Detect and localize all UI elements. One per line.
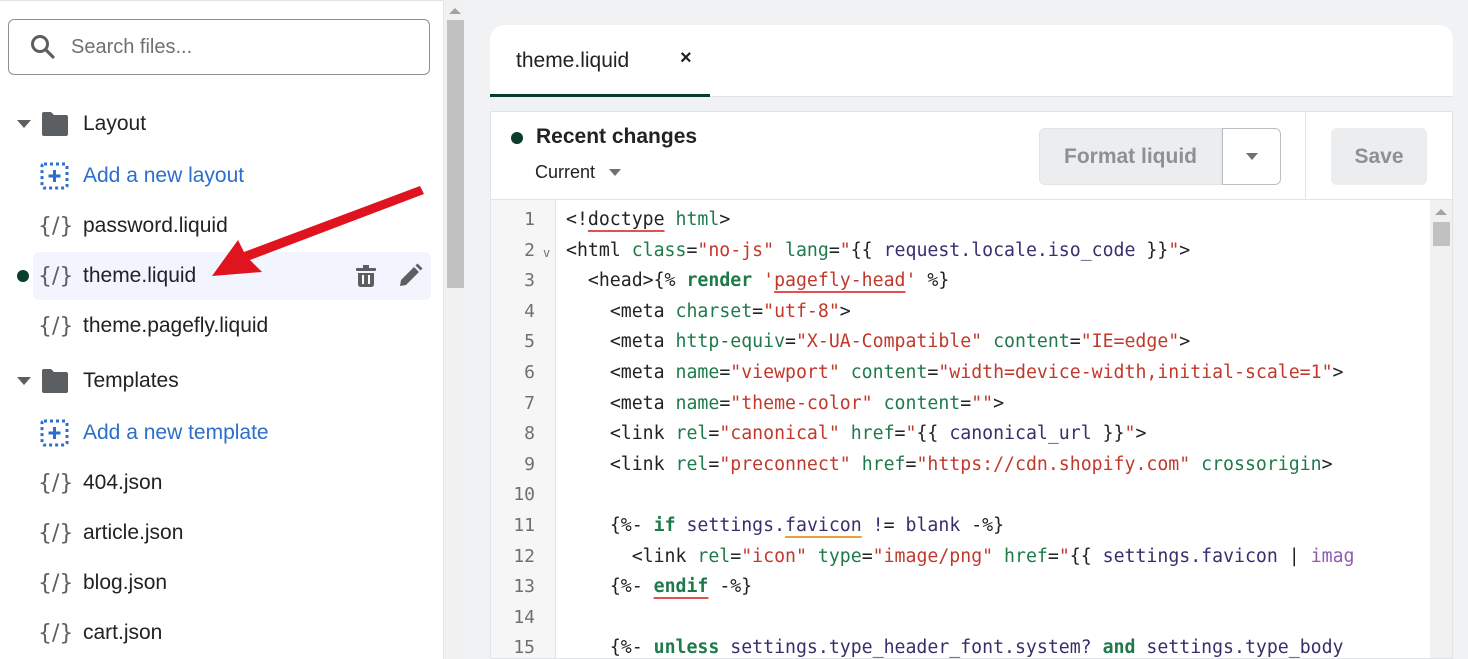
add-layout-link[interactable]: Add a new layout <box>0 154 443 198</box>
editor-toolbar: Recent changes Current Format liquid Sav… <box>490 111 1453 200</box>
folder-templates[interactable]: Templates <box>0 359 443 403</box>
search-box[interactable] <box>8 19 430 75</box>
file-item[interactable]: {/} blog.json <box>0 561 443 605</box>
scrollbar-thumb[interactable] <box>447 20 464 288</box>
format-liquid-button[interactable]: Format liquid <box>1039 128 1222 185</box>
file-sidebar: Layout Add a new layout {/} password.liq… <box>0 0 443 659</box>
close-icon[interactable]: × <box>680 47 692 70</box>
line-number: 7 <box>524 392 535 414</box>
code-line[interactable]: {%- if settings.favicon != blank -%} <box>566 515 1004 536</box>
scroll-up-icon[interactable] <box>449 8 461 14</box>
folder-label: Layout <box>83 112 147 135</box>
file-label: article.json <box>83 521 184 544</box>
search-icon <box>29 33 57 61</box>
code-line[interactable]: <link rel="preconnect" href="https://cdn… <box>566 454 1333 475</box>
folder-label: Templates <box>83 369 179 392</box>
code-line[interactable]: <html class="no-js" lang="{{ request.loc… <box>566 240 1190 261</box>
line-number: 6 <box>524 362 535 383</box>
line-number-gutter: 1 2 v 3 4 5 6 7 8 9 10 11 12 13 14 15 <box>491 200 556 659</box>
search-input[interactable] <box>71 35 391 59</box>
line-number: 1 <box>524 209 535 230</box>
line-number: 15 <box>513 637 535 659</box>
pencil-icon[interactable] <box>397 263 423 289</box>
caret-down-icon[interactable] <box>17 377 31 385</box>
code-line[interactable]: <meta charset="utf-8"> <box>566 301 851 322</box>
file-label: blog.json <box>83 571 168 594</box>
fold-toggle-icon[interactable]: v <box>543 246 550 260</box>
line-number: 3 <box>524 270 535 292</box>
file-item[interactable]: {/} article.json <box>0 511 443 555</box>
code-line[interactable]: <meta http-equiv="X-UA-Compatible" conte… <box>566 331 1190 352</box>
caret-down-icon <box>1245 153 1258 160</box>
line-number: 9 <box>524 453 535 475</box>
toolbar-divider <box>1305 112 1306 200</box>
trash-icon[interactable] <box>355 264 377 288</box>
file-label: theme.liquid <box>83 264 197 287</box>
code-line[interactable]: {%- endif -%} <box>566 576 752 597</box>
add-template-link[interactable]: Add a new template <box>0 411 443 455</box>
code-line[interactable]: <link rel="icon" type="image/png" href="… <box>566 546 1355 567</box>
tab-theme-liquid[interactable]: theme.liquid × <box>490 25 710 97</box>
tab-label: theme.liquid <box>516 49 630 72</box>
code-line[interactable]: {%- unless settings.type_header_font.sys… <box>566 637 1344 658</box>
modified-indicator <box>17 270 29 282</box>
add-layout-label: Add a new layout <box>83 164 245 187</box>
folder-layout[interactable]: Layout <box>0 102 443 146</box>
code-line[interactable]: <meta name="viewport" content="width=dev… <box>566 362 1344 383</box>
save-button[interactable]: Save <box>1331 128 1427 185</box>
file-label: theme.pagefly.liquid <box>83 314 269 337</box>
line-number: 14 <box>513 606 535 628</box>
liquid-file-icon: {/} <box>38 213 74 239</box>
add-file-icon <box>40 162 69 190</box>
liquid-file-icon: {/} <box>38 620 74 646</box>
file-item-selected[interactable]: {/} theme.liquid <box>0 252 443 300</box>
status-dot <box>511 132 523 144</box>
version-select[interactable]: Current <box>535 162 622 183</box>
caret-down-icon <box>609 169 622 176</box>
file-item[interactable]: {/} theme.pagefly.liquid <box>0 304 443 348</box>
add-template-label: Add a new template <box>83 421 269 444</box>
folder-icon <box>42 369 68 393</box>
line-number: 2 <box>524 239 535 261</box>
recent-changes-title: Recent changes <box>536 125 698 148</box>
line-number: 13 <box>513 576 535 598</box>
file-label: cart.json <box>83 621 163 644</box>
add-file-icon <box>40 419 69 447</box>
code-line[interactable]: <link rel="canonical" href="{{ canonical… <box>566 423 1147 444</box>
file-item[interactable]: {/} cart.json <box>0 611 443 655</box>
code-line[interactable]: <head>{% render 'pagefly-head' %} <box>566 270 949 291</box>
version-select-value: Current <box>535 162 596 182</box>
liquid-file-icon: {/} <box>38 570 74 596</box>
code-editor[interactable]: 1 2 v 3 4 5 6 7 8 9 10 11 12 13 14 15 <!doctype html> <h… <box>490 199 1453 659</box>
file-item[interactable]: {/} 404.json <box>0 461 443 505</box>
liquid-file-icon: {/} <box>38 470 74 496</box>
editor-scrollbar[interactable] <box>1430 200 1452 658</box>
file-label: password.liquid <box>83 214 228 237</box>
file-item[interactable]: {/} password.liquid <box>0 204 443 248</box>
line-number: 8 <box>524 423 535 445</box>
line-number: 12 <box>513 545 535 567</box>
file-actions <box>355 263 423 289</box>
line-number: 10 <box>513 484 535 506</box>
folder-icon <box>42 112 68 136</box>
format-button-group: Format liquid <box>1039 128 1281 185</box>
file-label: 404.json <box>83 471 163 494</box>
format-options-dropdown[interactable] <box>1222 128 1281 185</box>
liquid-file-icon: {/} <box>38 313 74 339</box>
liquid-file-icon: {/} <box>38 263 74 289</box>
line-number: 5 <box>524 331 535 353</box>
tab-bar: theme.liquid × <box>490 25 1453 97</box>
line-number: 11 <box>513 515 535 536</box>
code-editor-app: Layout Add a new layout {/} password.liq… <box>0 0 1468 659</box>
line-number: 4 <box>524 300 535 322</box>
scroll-up-icon[interactable] <box>1435 209 1447 215</box>
code-line[interactable]: <meta name="theme-color" content=""> <box>566 393 1004 414</box>
sidebar-scrollbar[interactable] <box>443 0 465 659</box>
scrollbar-thumb[interactable] <box>1433 222 1450 246</box>
caret-down-icon[interactable] <box>17 120 31 128</box>
code-line[interactable]: <!doctype html> <box>566 209 730 230</box>
liquid-file-icon: {/} <box>38 520 74 546</box>
